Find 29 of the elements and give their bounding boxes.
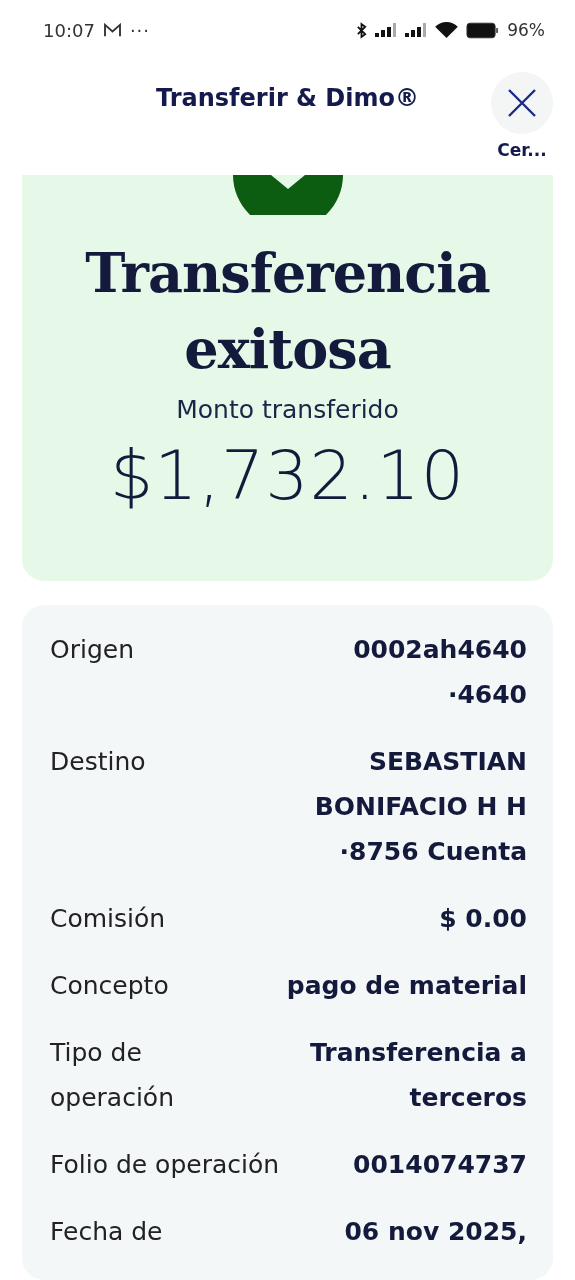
bluetooth-icon — [356, 21, 368, 39]
signal-icon — [375, 23, 398, 37]
amount-label: Monto transferido — [176, 395, 399, 424]
detail-value: $ 0.00 — [439, 903, 527, 935]
success-title: Transferencia exitosa — [85, 240, 490, 383]
detail-label: Tipo de operación — [50, 1037, 174, 1114]
detail-value: SEBASTIAN BONIFACIO H H ·8756 Cuenta — [314, 746, 527, 868]
close-label: Cer... — [497, 140, 547, 160]
mail-icon — [102, 22, 122, 38]
detail-label: Destino — [50, 746, 146, 778]
detail-label: Origen — [50, 634, 134, 666]
detail-label: Concepto — [50, 970, 169, 1002]
detail-value: 0014074737 — [353, 1149, 527, 1181]
detail-label: Fecha de — [50, 1216, 163, 1248]
clock: 10:07 — [43, 19, 95, 41]
detail-value: pago de material — [286, 970, 527, 1002]
screen-title: Transferir & Dimo® — [155, 84, 419, 114]
amount-value: $1,732.10 — [109, 436, 466, 515]
close-icon — [507, 88, 537, 118]
detail-value: 0002ah4640 ·4640 — [353, 634, 527, 711]
signal-icon — [405, 23, 428, 37]
battery-icon — [466, 21, 500, 39]
detail-value: 06 nov 2025, — [344, 1216, 527, 1248]
detail-label: Comisión — [50, 903, 166, 935]
wifi-icon — [435, 21, 459, 39]
detail-value: Transferencia a terceros — [310, 1037, 527, 1114]
detail-label: Folio de operación — [50, 1149, 280, 1181]
more-indicator: ··· — [129, 19, 151, 41]
battery-percent: 96% — [507, 20, 545, 40]
